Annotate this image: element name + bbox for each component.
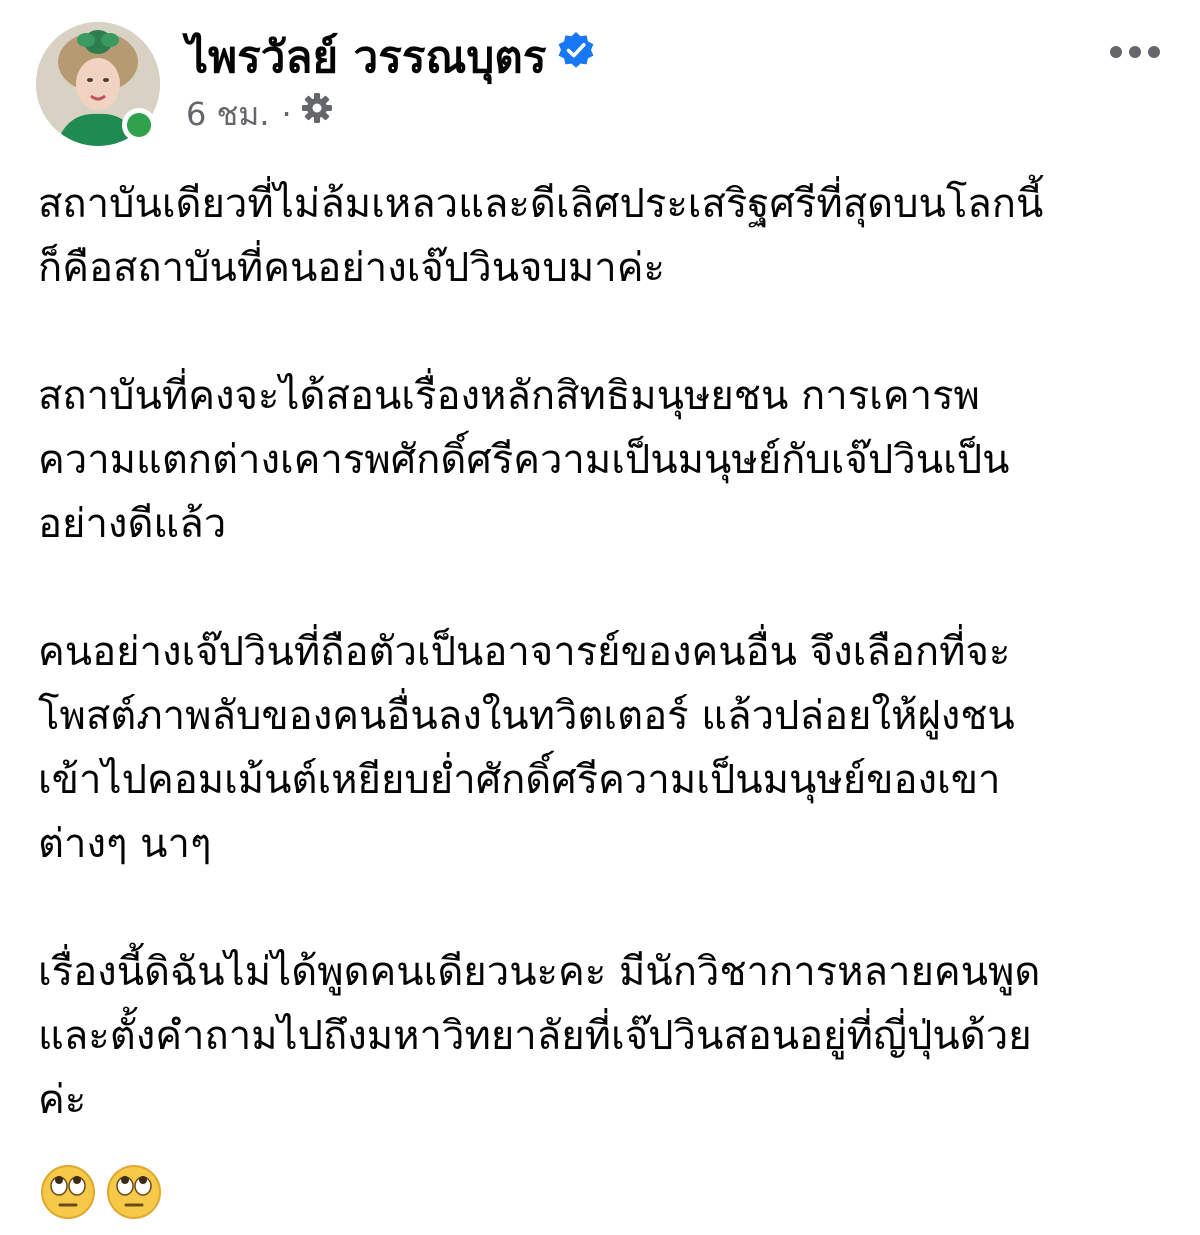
- more-options-icon: [1110, 46, 1160, 58]
- post-text: สถาบันเดียวที่ไม่ล้มเหลวและดีเลิศประเสริ…: [38, 172, 1168, 1196]
- text-line: ค่ะ: [38, 1077, 87, 1123]
- text-line: และตั้งคำถามไปถึงมหาวิทยาลัยที่เจ๊ปวินสอ…: [38, 1013, 1032, 1059]
- author-avatar[interactable]: [36, 22, 160, 146]
- online-status-dot: [122, 108, 156, 142]
- more-options-button[interactable]: [1106, 34, 1164, 70]
- emoji-row: [40, 1164, 162, 1220]
- meta-separator: ·: [281, 95, 292, 133]
- text-line: ก็คือสถาบันที่คนอย่างเจ๊ปวินจบมาค่ะ: [38, 245, 665, 291]
- author-name-text[interactable]: ไพรวัลย์ วรรณบุตร: [186, 32, 546, 83]
- text-line: อย่างดีแล้ว: [38, 501, 227, 547]
- author-name[interactable]: ไพรวัลย์ วรรณบุตร: [186, 30, 596, 88]
- text-line: โพสต์ภาพลับของคนอื่นลงในทวิตเตอร์ แล้วปล…: [38, 693, 1015, 739]
- gear-icon[interactable]: [300, 91, 334, 136]
- text-line: ความแตกต่างเคารพศักดิ์ศรีความเป็นมนุษย์ก…: [38, 437, 1010, 483]
- paragraph-2: สถาบันที่คงจะได้สอนเรื่องหลักสิทธิมนุษยช…: [38, 364, 1168, 556]
- verified-badge-icon: [556, 28, 596, 84]
- text-line: ต่างๆ นาๆ: [38, 821, 212, 867]
- text-line: สถาบันเดียวที่ไม่ล้มเหลวและดีเลิศประเสริ…: [38, 181, 1044, 227]
- text-line: สถาบันที่คงจะได้สอนเรื่องหลักสิทธิมนุษยช…: [38, 373, 980, 419]
- text-line: คนอย่างเจ๊ปวินที่ถือตัวเป็นอาจารย์ของคนอ…: [38, 629, 1011, 675]
- face-with-rolling-eyes-emoji: [41, 1165, 95, 1219]
- paragraph-4: เรื่องนี้ดิฉันไม่ได้พูดคนเดียวนะคะ มีนัก…: [38, 940, 1168, 1132]
- post-time[interactable]: 6 ชม.: [186, 95, 270, 133]
- paragraph-1: สถาบันเดียวที่ไม่ล้มเหลวและดีเลิศประเสริ…: [38, 172, 1168, 300]
- text-line: เรื่องนี้ดิฉันไม่ได้พูดคนเดียวนะคะ มีนัก…: [38, 949, 1041, 995]
- paragraph-3: คนอย่างเจ๊ปวินที่ถือตัวเป็นอาจารย์ของคนอ…: [38, 620, 1168, 876]
- post-meta: 6 ชม. ·: [186, 92, 334, 139]
- post-header: ไพรวัลย์ วรรณบุตร 6 ชม. ·: [0, 0, 1200, 160]
- text-line: เข้าไปคอมเม้นต์เหยียบย่ำศักดิ์ศรีความเป็…: [38, 757, 1001, 803]
- face-with-rolling-eyes-emoji: [107, 1165, 161, 1219]
